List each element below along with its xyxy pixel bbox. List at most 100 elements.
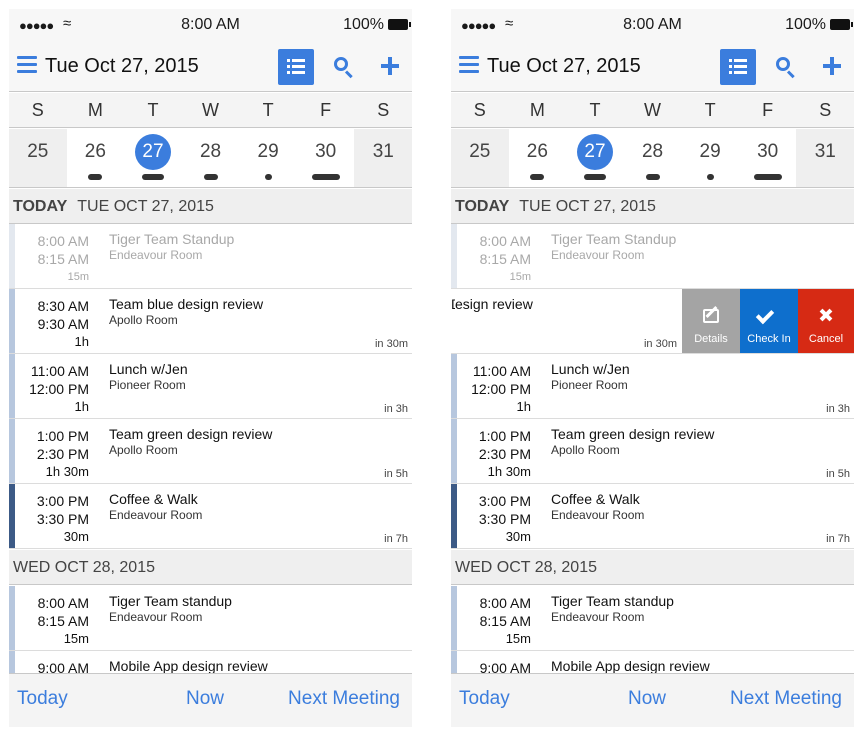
date-cell[interactable]: 31 [796, 129, 854, 187]
search-icon[interactable] [334, 57, 354, 79]
add-event-icon[interactable] [823, 57, 841, 75]
event-row[interactable]: 8:00 AM 8:15 AM 15m Tiger Team standup End… [9, 586, 412, 651]
event-room: Endeavour Room [551, 610, 645, 624]
weekday-label: S [31, 100, 44, 120]
date-cell-selected[interactable]: 27 [124, 129, 182, 187]
event-row[interactable]: 1:00 PM 2:30 PM 1h 30m Team green design r… [9, 419, 412, 484]
date-cell[interactable]: 30 [738, 129, 797, 187]
nav-bar: Tue Oct 27, 2015 [451, 43, 854, 92]
weekday-label: T [589, 100, 601, 120]
bottom-toolbar: Today Now Next Meeting [9, 673, 412, 727]
date-cell[interactable]: 28 [623, 129, 682, 187]
date-cell[interactable]: 26 [508, 129, 567, 187]
event-color-stripe [451, 484, 457, 548]
event-row[interactable]: 3:00 PM 3:30 PM 30m Coffee & Walk Endeavou… [9, 484, 412, 549]
battery-percent: 100% [343, 16, 384, 33]
today-section-header: TODAY TUE OCT 27, 2015 [9, 189, 412, 224]
event-color-stripe [9, 224, 15, 288]
event-title: Tiger Team standup [551, 593, 674, 609]
calendar-screen-swiped: ●●●●● ≈ 8:00 AM 100% Tue Oct 27, 2015 S … [451, 9, 854, 727]
page-title: Tue Oct 27, 2015 [487, 55, 641, 77]
weekday-label: M [529, 100, 545, 120]
list-view-button[interactable] [278, 49, 314, 85]
event-row-swiped[interactable]: Design review in 30m Details Check In Ca… [451, 289, 854, 354]
event-title: Mobile App design review [109, 658, 268, 674]
event-row[interactable]: 11:00 AM 12:00 PM 1h Lunch w/Jen Pioneer R… [9, 354, 412, 419]
busy-indicator [141, 174, 164, 180]
event-row[interactable]: 8:30 AM 9:30 AM 1h Team blue design review… [9, 289, 412, 354]
event-row[interactable]: 8:00 AM 8:15 AM 15m Tiger Team standup End… [451, 586, 854, 651]
weekday-label: T [704, 100, 716, 120]
busy-indicator [583, 174, 606, 180]
date-cell[interactable]: 28 [181, 129, 240, 187]
event-row[interactable]: 8:00 AM 8:15 AM 15m Tiger Team Standup End… [451, 224, 854, 289]
event-color-stripe [451, 224, 457, 288]
status-bar: ●●●●● ≈ 8:00 AM 100% [451, 9, 854, 43]
event-room: Pioneer Room [551, 378, 628, 392]
event-room: Apollo Room [551, 443, 620, 457]
weekday-label: M [87, 100, 103, 120]
event-row[interactable]: 8:00 AM 8:15 AM 15m Tiger Team Standup End… [9, 224, 412, 289]
weekday-label: T [147, 100, 159, 120]
hamburger-menu-icon[interactable] [17, 56, 37, 78]
event-room: Endeavour Room [109, 508, 203, 522]
battery-icon [388, 19, 411, 30]
check-in-button[interactable]: Check In [740, 289, 798, 353]
page-title: Tue Oct 27, 2015 [45, 55, 199, 77]
weekday-header: S M T W T F S [451, 93, 854, 128]
close-icon [820, 309, 832, 321]
event-room: Apollo Room [109, 443, 178, 457]
event-row[interactable]: 11:00 AM 12:00 PM 1h Lunch w/Jen Pioneer R… [451, 354, 854, 419]
add-event-icon[interactable] [381, 57, 399, 75]
event-title: Lunch w/Jen [551, 361, 630, 377]
event-color-stripe [451, 586, 457, 650]
event-title: Team blue design review [109, 296, 264, 312]
event-title: Team green design review [109, 426, 273, 442]
event-relative-time: in 5h [384, 468, 408, 480]
weekday-header: S M T W T F S [9, 93, 412, 128]
today-button[interactable]: Today [459, 688, 510, 710]
next-meeting-button[interactable]: Next Meeting [730, 688, 842, 710]
date-cell-selected[interactable]: 27 [566, 129, 624, 187]
cancel-button[interactable]: Cancel [798, 289, 854, 353]
event-relative-time: in 7h [826, 533, 850, 545]
next-meeting-button[interactable]: Next Meeting [288, 688, 400, 710]
date-cell[interactable]: 31 [354, 129, 412, 187]
today-button[interactable]: Today [17, 688, 68, 710]
hamburger-menu-icon[interactable] [459, 56, 479, 78]
details-button[interactable]: Details [682, 289, 740, 353]
search-icon[interactable] [776, 57, 796, 79]
bottom-toolbar: Today Now Next Meeting [451, 673, 854, 727]
edit-icon [703, 309, 719, 323]
busy-indicator [88, 174, 103, 180]
now-button[interactable]: Now [186, 688, 224, 710]
event-title-partial: Design review [451, 296, 533, 312]
date-cell[interactable]: 25 [451, 129, 509, 187]
weekday-label: S [473, 100, 486, 120]
event-title: Tiger Team standup [109, 593, 232, 609]
date-cell[interactable]: 29 [239, 129, 297, 187]
weekday-label: F [320, 100, 332, 120]
event-relative-time: in 3h [826, 403, 850, 415]
event-relative-time: in 5h [826, 468, 850, 480]
date-cell[interactable]: 30 [296, 129, 355, 187]
tomorrow-section-header: WED OCT 28, 2015 [9, 550, 412, 585]
date-cell[interactable]: 29 [681, 129, 739, 187]
busy-indicator [265, 174, 273, 180]
event-relative-time: in 7h [384, 533, 408, 545]
event-room: Apollo Room [109, 313, 178, 327]
event-row[interactable]: 3:00 PM 3:30 PM 30m Coffee & Walk Endeavou… [451, 484, 854, 549]
date-cell[interactable]: 26 [66, 129, 125, 187]
date-cell[interactable]: 25 [9, 129, 67, 187]
busy-indicator [707, 174, 715, 180]
now-button[interactable]: Now [628, 688, 666, 710]
event-color-stripe [451, 419, 457, 483]
event-title: Tiger Team Standup [109, 231, 235, 247]
tomorrow-section-header: WED OCT 28, 2015 [451, 550, 854, 585]
list-view-button[interactable] [720, 49, 756, 85]
today-section-header: TODAY TUE OCT 27, 2015 [451, 189, 854, 224]
event-room: Endeavour Room [551, 248, 645, 262]
event-row[interactable]: 1:00 PM 2:30 PM 1h 30m Team green design r… [451, 419, 854, 484]
week-date-strip: 25 26 27 28 29 30 31 [9, 129, 412, 188]
event-room: Endeavour Room [109, 610, 203, 624]
